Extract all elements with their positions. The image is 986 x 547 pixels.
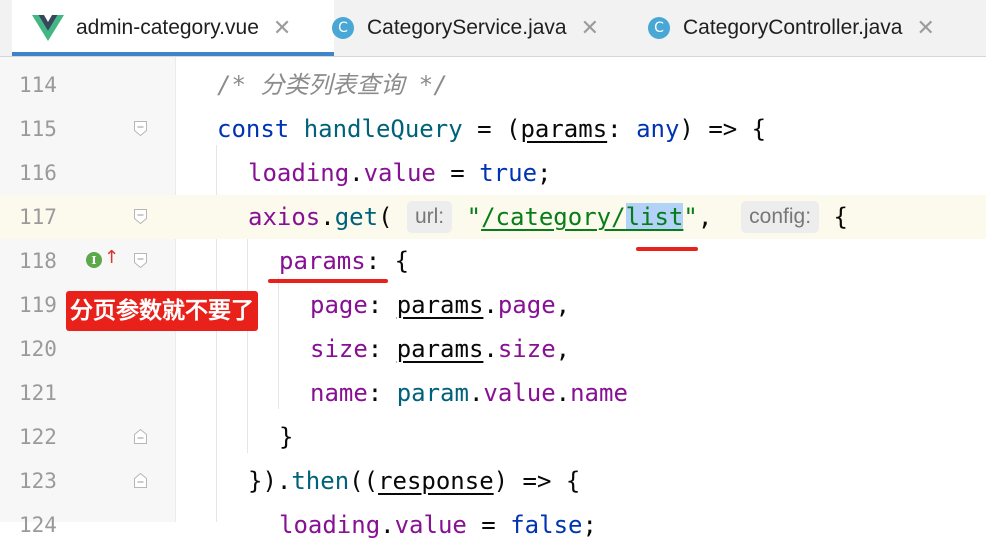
tab-label: CategoryController.java — [683, 16, 903, 39]
annotation-underline-list — [636, 247, 698, 251]
code-text: loading.value = false; — [279, 511, 597, 539]
code-line-116: 116 loading.value = true; — [0, 151, 986, 195]
close-tab-icon[interactable]: ✕ — [273, 16, 291, 41]
code-line-123: 123 }).then((response) => { — [0, 459, 986, 503]
line-number: 118 — [19, 249, 57, 273]
line-number: 122 — [19, 425, 57, 449]
tab-admin-category-vue[interactable]: admin-category.vue ✕ — [12, 0, 334, 56]
line-number: 114 — [19, 73, 57, 97]
code-text: } — [279, 423, 294, 451]
code-text: loading.value = true; — [248, 159, 552, 187]
line-number: 117 — [19, 205, 57, 229]
fold-close-icon[interactable] — [134, 473, 147, 488]
tab-label: CategoryService.java — [367, 16, 567, 39]
annotation-underline-params — [268, 279, 388, 283]
java-class-icon: C — [332, 17, 354, 39]
selected-text: list — [625, 203, 684, 231]
line-number: 115 — [19, 117, 57, 141]
line-number: 120 — [19, 337, 57, 361]
code-line-122: 122 } — [0, 415, 986, 459]
line-number: 116 — [19, 161, 57, 185]
annotation-label: 分页参数就不要了 — [66, 291, 258, 331]
active-tab-indicator — [12, 52, 334, 56]
fold-open-icon[interactable] — [134, 253, 147, 268]
tab-category-service-java[interactable]: C CategoryService.java ✕ — [332, 0, 632, 56]
close-tab-icon[interactable]: ✕ — [916, 16, 934, 41]
code-line-124: 124 loading.value = false; — [0, 503, 986, 547]
code-line-120: 120 size: params.size, — [0, 327, 986, 371]
fold-open-icon[interactable] — [134, 209, 147, 224]
implementation-marker-icon[interactable]: I — [86, 252, 102, 268]
override-arrow-icon[interactable]: ↑ — [104, 247, 119, 268]
code-text: name: param.value.name — [310, 379, 628, 407]
code-text: }).then((response) => { — [248, 467, 581, 495]
code-line-115: 115 const handleQuery = (params: any) =>… — [0, 107, 986, 151]
vue-logo-icon — [32, 15, 64, 41]
comment: /* 分类列表查询 */ — [217, 71, 448, 99]
tab-category-controller-java[interactable]: C CategoryController.java ✕ — [648, 0, 986, 56]
code-line-121: 121 name: param.value.name — [0, 371, 986, 415]
code-line-118: 118 I ↑ params: { — [0, 239, 986, 283]
code-line-114: 114 /* 分类列表查询 */ — [0, 63, 986, 107]
code-text: size: params.size, — [310, 335, 571, 363]
code-text: axios.get( url: "/category/list", config… — [248, 201, 848, 233]
fold-close-icon[interactable] — [134, 429, 147, 444]
tab-label: admin-category.vue — [76, 16, 259, 39]
code-text: const handleQuery = (params: any) => { — [217, 115, 767, 143]
fold-open-icon[interactable] — [134, 121, 147, 136]
close-tab-icon[interactable]: ✕ — [581, 16, 599, 41]
line-number: 123 — [19, 469, 57, 493]
java-class-icon: C — [648, 17, 670, 39]
parameter-hint-url: url: — [406, 201, 453, 233]
code-editor[interactable]: 114 /* 分类列表查询 */ 115 const handleQuery =… — [0, 57, 986, 539]
line-number: 121 — [19, 381, 57, 405]
line-number: 124 — [19, 513, 57, 537]
code-text: page: params.page, — [310, 291, 571, 319]
code-line-117-current: 117 axios.get( url: "/category/list", co… — [0, 195, 986, 239]
parameter-hint-config: config: — [741, 201, 820, 233]
editor-tab-bar: admin-category.vue ✕ C CategoryService.j… — [0, 0, 986, 57]
code-text: params: { — [279, 247, 410, 275]
